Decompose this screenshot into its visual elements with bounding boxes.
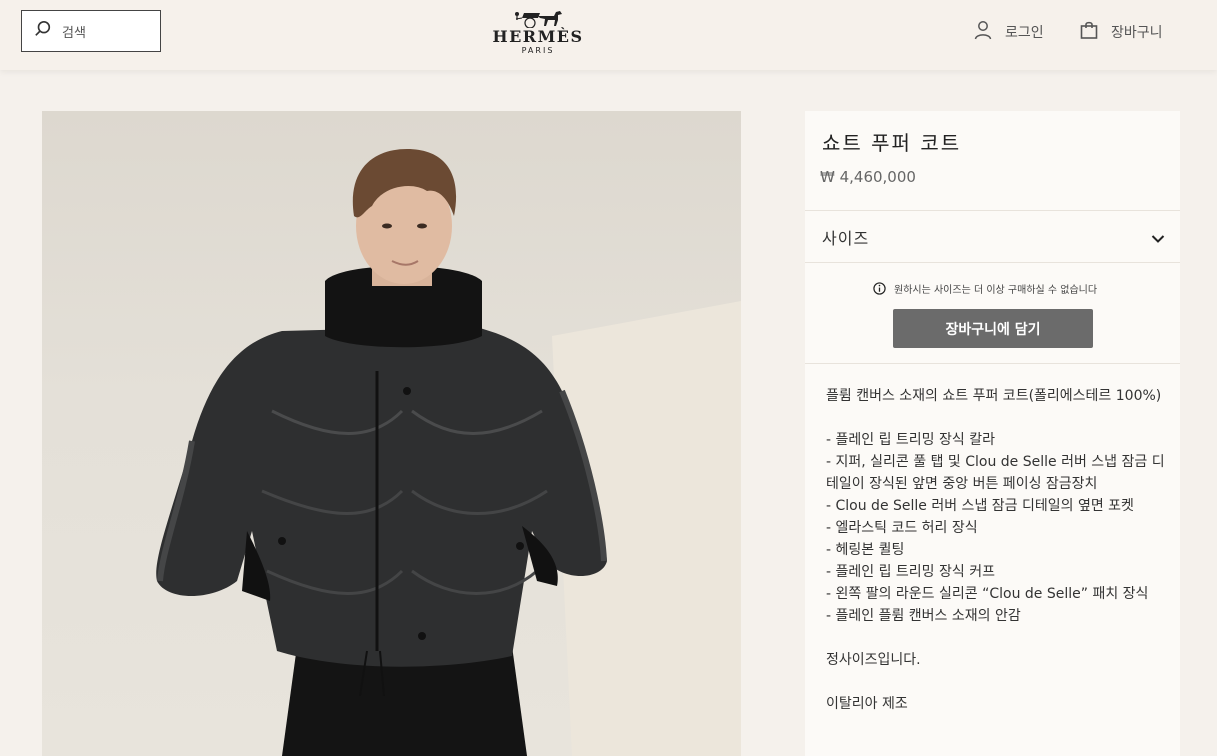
product-panel: 쇼트 푸퍼 코트 ₩ 4,460,000 사이즈 원하시는 사이즈는 더 이상 … (805, 111, 1180, 756)
add-to-cart-button[interactable]: 장바구니에 담기 (893, 309, 1093, 348)
model-jacket-illustration (156, 149, 741, 756)
product-price: ₩ 4,460,000 (820, 168, 916, 186)
feature-item: - Clou de Selle 러버 스냅 잠금 디테일의 옆면 포켓 (826, 498, 1134, 514)
info-icon (873, 282, 886, 295)
site-header: 검색 HERMÈS PARIS 로그인 장바구니 (0, 0, 1217, 70)
divider (805, 262, 1180, 263)
feature-item: - 헤링본 퀼팅 (826, 542, 905, 558)
feature-item: - 지퍼, 실리콘 풀 탭 및 Clou de Selle 러버 스냅 잠금 디… (826, 454, 1165, 492)
divider (805, 363, 1180, 364)
search-input[interactable]: 검색 (21, 10, 161, 52)
fit-note: 정사이즈입니다. (826, 652, 921, 668)
description-intro: 플륌 캔버스 소재의 쇼트 푸퍼 코트(폴리에스테르 100%) (826, 388, 1162, 404)
chevron-down-icon (1151, 235, 1165, 243)
size-selector[interactable]: 사이즈 (805, 211, 1180, 263)
product-image[interactable] (42, 111, 741, 756)
search-placeholder: 검색 (62, 25, 86, 41)
origin-note: 이탈리아 제조 (826, 696, 908, 712)
size-notice-text: 원하시는 사이즈는 더 이상 구매하실 수 없습니다 (894, 285, 1098, 296)
logo-brand: HERMÈS (492, 27, 584, 46)
size-label: 사이즈 (822, 229, 870, 248)
product-title: 쇼트 푸퍼 코트 (822, 131, 962, 155)
logo-city: PARIS (521, 46, 555, 55)
carriage-logo-icon (515, 11, 562, 28)
cart-label: 장바구니 (1111, 25, 1163, 41)
shopping-bag-icon (1079, 20, 1111, 44)
feature-item: - 왼쪽 팔의 라운드 실리콘 “Clou de Selle” 패치 장식 (826, 586, 1149, 602)
hermes-logo[interactable]: HERMÈS PARIS (490, 6, 586, 58)
feature-item: - 플레인 플륌 캔버스 소재의 안감 (826, 608, 1021, 624)
search-icon (34, 20, 52, 42)
cart-link[interactable]: 장바구니 (1079, 20, 1163, 44)
user-icon (973, 20, 1005, 44)
login-label: 로그인 (1005, 25, 1044, 41)
feature-item: - 플레인 립 트리밍 장식 칼라 (826, 432, 995, 448)
login-link[interactable]: 로그인 (973, 20, 1044, 44)
feature-item: - 엘라스틱 코드 허리 장식 (826, 520, 978, 536)
product-description: 플륌 캔버스 소재의 쇼트 푸퍼 코트(폴리에스테르 100%) - 플레인 립… (826, 385, 1166, 715)
feature-item: - 플레인 립 트리밍 장식 커프 (826, 564, 995, 580)
size-notice: 원하시는 사이즈는 더 이상 구매하실 수 없습니다 (873, 281, 1097, 296)
